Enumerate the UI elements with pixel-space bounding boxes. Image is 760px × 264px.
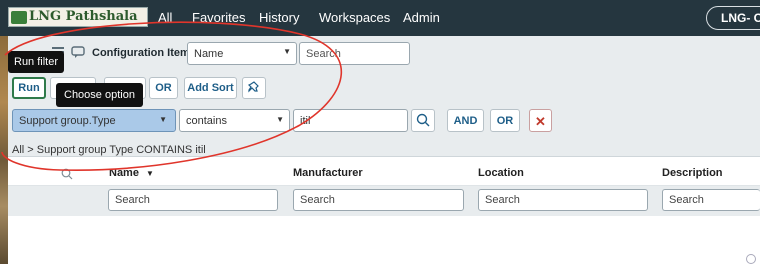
- column-header-name-label: Name: [109, 167, 139, 179]
- list-search-input[interactable]: Search: [299, 42, 410, 65]
- nav-favorites[interactable]: Favorites: [192, 10, 245, 25]
- column-header-manufacturer[interactable]: Manufacturer: [293, 167, 363, 179]
- search-icon[interactable]: [60, 167, 74, 181]
- sort-desc-icon: ▼: [146, 169, 154, 178]
- nav-admin[interactable]: Admin: [403, 10, 440, 25]
- add-sort-button[interactable]: Add Sort: [184, 77, 237, 99]
- logo-mark-icon: [11, 11, 27, 24]
- condition-value-input[interactable]: itil: [293, 109, 408, 132]
- close-icon: ✕: [535, 114, 546, 129]
- column-header-location[interactable]: Location: [478, 167, 524, 179]
- field-select[interactable]: Name ▼: [187, 42, 297, 65]
- lookup-button[interactable]: [411, 109, 435, 132]
- list-title: Configuration Items: [92, 47, 196, 59]
- instance-selector[interactable]: LNG- C: [706, 6, 760, 30]
- choose-option-tooltip: Choose option: [56, 83, 143, 107]
- nav-history[interactable]: History: [259, 10, 299, 25]
- nav-all[interactable]: All: [158, 10, 172, 25]
- pin-button[interactable]: [242, 77, 266, 99]
- search-icon: [416, 113, 430, 127]
- run-filter-tooltip: Run filter: [8, 51, 65, 73]
- background-window-strip: [0, 33, 8, 264]
- search-description-input[interactable]: Search: [662, 189, 760, 211]
- or-button[interactable]: OR: [149, 77, 178, 99]
- condition-field-select[interactable]: Support group.Type ▼: [12, 109, 176, 132]
- remove-condition-button[interactable]: ✕: [529, 109, 552, 132]
- search-manufacturer-input[interactable]: Search: [293, 189, 464, 211]
- brand-logo[interactable]: LNG Pathshala: [8, 7, 148, 27]
- condition-and-button[interactable]: AND: [447, 109, 484, 132]
- column-header-description[interactable]: Description: [662, 167, 723, 179]
- run-button[interactable]: Run: [12, 77, 46, 99]
- scroll-indicator-icon: [746, 254, 756, 264]
- chevron-down-icon: ▼: [276, 115, 284, 124]
- top-navigation: LNG Pathshala All Favorites History Work…: [0, 0, 760, 36]
- chat-icon[interactable]: [70, 44, 86, 60]
- condition-or-button[interactable]: OR: [490, 109, 520, 132]
- list-body: [8, 216, 760, 264]
- nav-workspaces[interactable]: Workspaces: [319, 10, 390, 25]
- chevron-down-icon: ▼: [283, 47, 291, 56]
- field-select-value: Name: [194, 48, 224, 60]
- filter-breadcrumb[interactable]: All > Support group Type CONTAINS itil: [12, 144, 206, 156]
- search-name-input[interactable]: Search: [108, 189, 278, 211]
- search-location-input[interactable]: Search: [478, 189, 648, 211]
- chevron-down-icon: ▼: [159, 115, 167, 124]
- column-header-name[interactable]: Name ▼: [109, 167, 154, 179]
- pin-icon: [247, 81, 259, 93]
- condition-operator-value: contains: [186, 115, 227, 127]
- condition-operator-select[interactable]: contains ▼: [179, 109, 290, 132]
- logo-text: LNG Pathshala: [29, 9, 138, 24]
- condition-field-value: Support group.Type: [19, 115, 116, 127]
